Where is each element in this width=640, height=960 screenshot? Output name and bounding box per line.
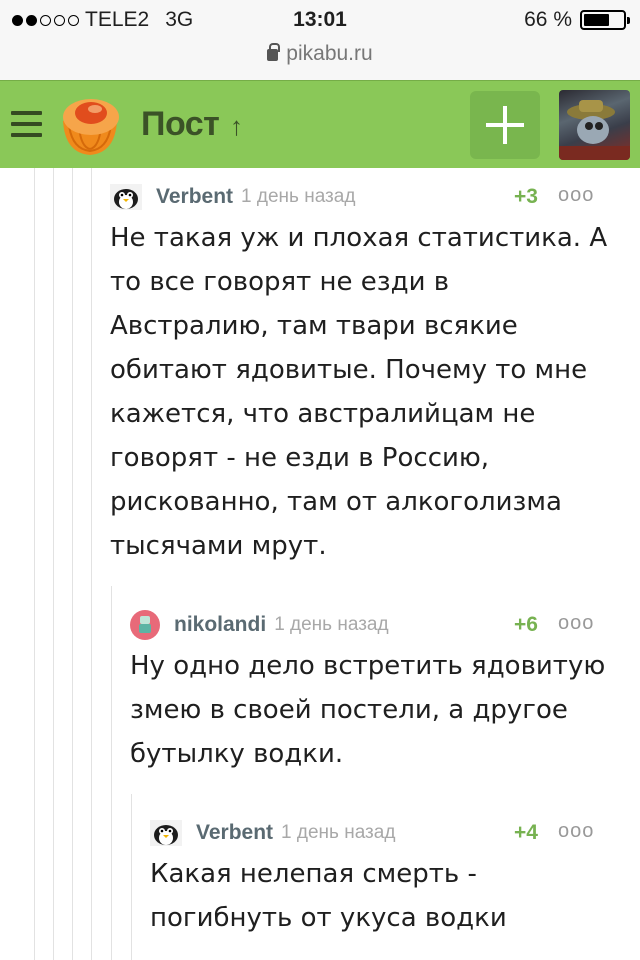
battery-fill <box>584 14 610 26</box>
status-bar: TELE2 3G 13:01 66 % pikabu.ru <box>0 0 640 80</box>
menu-icon[interactable] <box>11 111 42 137</box>
comment: Verbent 1 день назад +4 ooo Какая нелепа… <box>150 818 630 948</box>
battery-percent: 66 % <box>524 8 572 31</box>
comment-line: бутылку водки. <box>130 739 344 769</box>
thread-line <box>34 168 35 960</box>
comment-time: 1 день назад <box>281 822 396 843</box>
comment: Verbent 1 день назад +3 ooo Не такая уж … <box>110 182 630 562</box>
comment-line: Ну одно дело встретить ядовитую <box>130 651 606 681</box>
site-header: Пост ↑ <box>0 80 640 168</box>
avatar-image <box>559 100 630 160</box>
user-avatar-icon <box>139 616 151 633</box>
more-options-icon[interactable]: ooo <box>558 612 594 635</box>
comment-line: тысячами мрут. <box>110 531 327 561</box>
comment-time: 1 день назад <box>274 614 389 635</box>
comment-line: Не такая уж и плохая статистика. А <box>110 223 608 253</box>
comment-text: Не такая уж и плохая статистика. А то вс… <box>110 216 607 568</box>
battery-icon <box>580 10 630 30</box>
comment-line: змею в своей постели, а другое <box>130 695 568 725</box>
address-bar[interactable]: pikabu.ru <box>0 42 640 66</box>
more-options-icon[interactable]: ooo <box>558 184 594 207</box>
battery-info: 66 % <box>524 8 630 32</box>
comment-time: 1 день назад <box>241 186 356 207</box>
lock-icon <box>267 43 281 61</box>
url-text: pikabu.ru <box>286 42 373 65</box>
comment-author[interactable]: Verbent <box>196 821 273 845</box>
user-avatar[interactable] <box>559 90 630 160</box>
comment-line: говорят - не езди в Россию, <box>110 443 490 473</box>
comment-rating: +4 <box>514 821 538 844</box>
arrow-up-icon[interactable]: ↑ <box>230 111 243 142</box>
more-options-icon[interactable]: ooo <box>558 820 594 843</box>
comment: nikolandi 1 день назад +6 ooo Ну одно де… <box>130 610 630 780</box>
penguin-avatar-icon[interactable] <box>110 184 142 210</box>
comment-header: Verbent 1 день назад <box>110 182 355 212</box>
comment-rating: +6 <box>514 613 538 636</box>
comment-line: кажется, что австралийцам не <box>110 399 536 429</box>
comment-header: nikolandi 1 день назад <box>130 610 389 640</box>
thread-line <box>111 586 112 960</box>
comment-text: Какая нелепая смерть - погибнуть от укус… <box>150 852 507 940</box>
avatar[interactable] <box>130 610 160 640</box>
comment-line: погибнуть от укуса водки <box>150 903 507 933</box>
comment-author[interactable]: nikolandi <box>174 613 266 637</box>
comment-text: Ну одно дело встретить ядовитую змею в с… <box>130 644 605 776</box>
comment-line: Австралию, там твари всякие <box>110 311 518 341</box>
add-post-button[interactable] <box>470 91 540 159</box>
comment-header: Verbent 1 день назад <box>150 818 395 848</box>
penguin-avatar-icon[interactable] <box>150 820 182 846</box>
comment-rating: +3 <box>514 185 538 208</box>
comment-line: рискованно, там от алкоголизма <box>110 487 562 517</box>
thread-line <box>72 168 73 960</box>
thread-line <box>131 794 132 960</box>
thread-line <box>53 168 54 960</box>
comment-line: Какая нелепая смерть - <box>150 859 477 889</box>
thread-line <box>91 168 92 960</box>
comment-line: то все говорят не езди в <box>110 267 450 297</box>
comment-line: обитают ядовитые. Почему то мне <box>110 355 588 385</box>
comment-author[interactable]: Verbent <box>156 185 233 209</box>
pikabu-logo-icon[interactable] <box>55 91 125 159</box>
page-title: Пост <box>141 105 220 143</box>
